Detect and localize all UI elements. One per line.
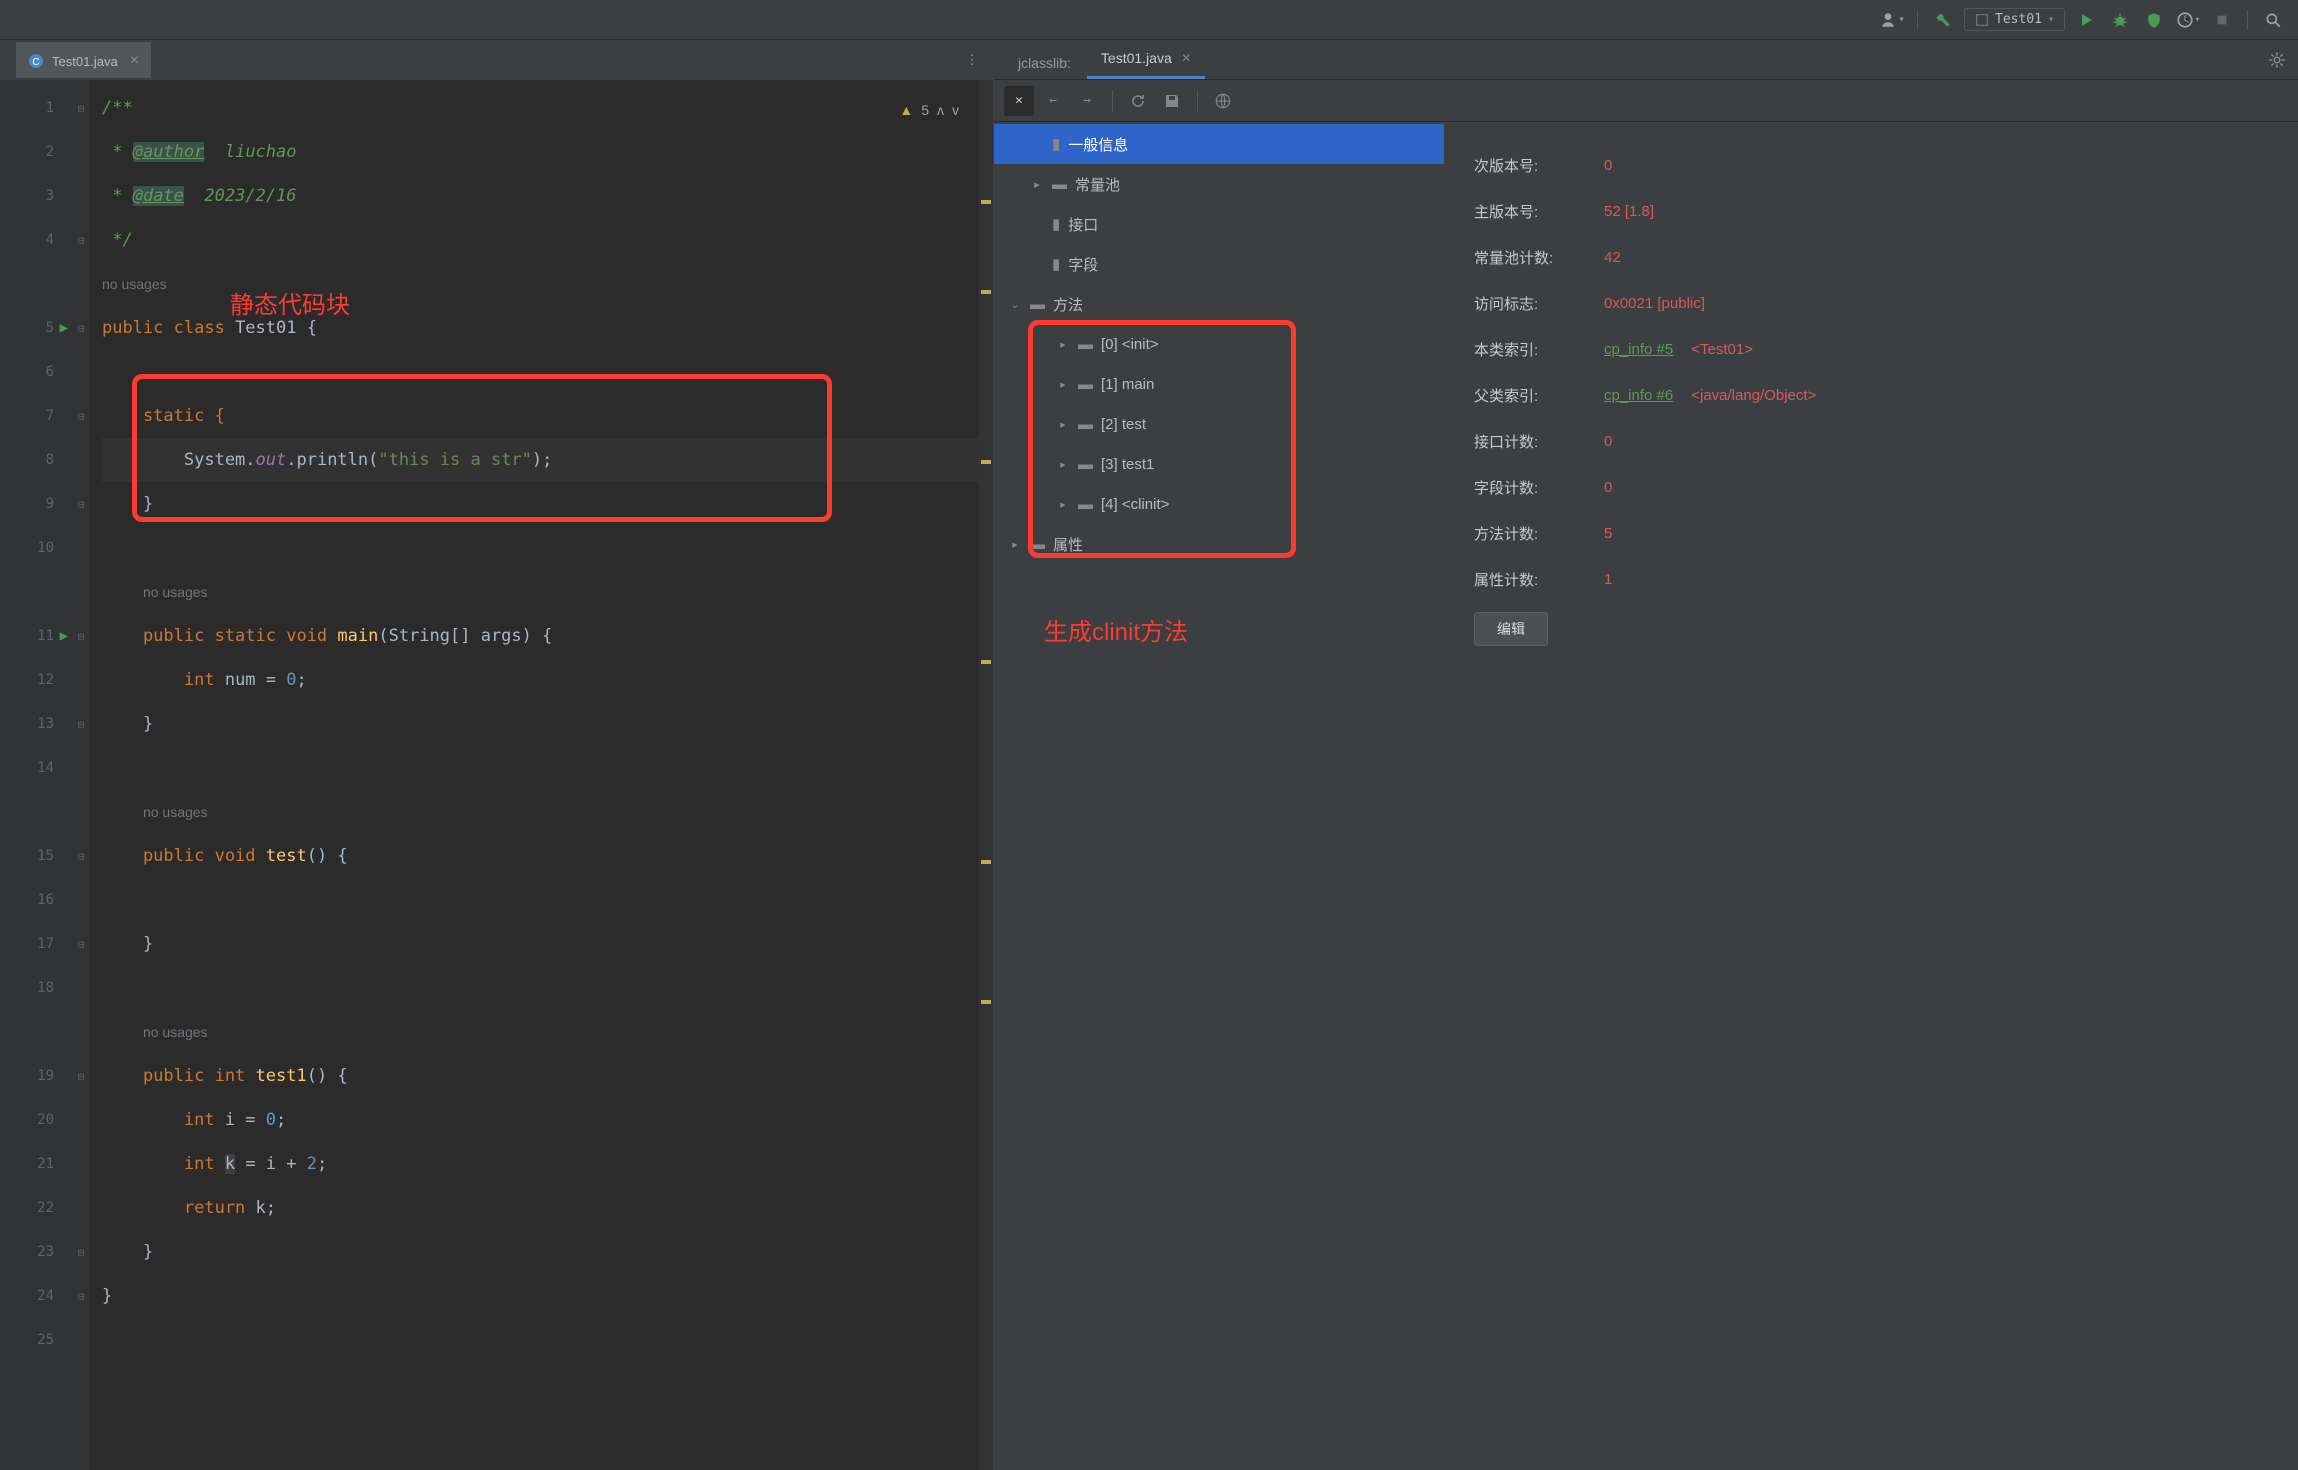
tree-item-method-4[interactable]: ▸▬ [4] <clinit> <box>994 484 1444 524</box>
file-icon: ▮ <box>1052 215 1060 233</box>
jclasslib-details: 次版本号: 0 主版本号: 52 [1.8] 常量池计数: 42 访问标志: 0… <box>1444 122 2298 1470</box>
jclasslib-tab-bar: jclasslib: Test01.java × <box>994 40 2298 80</box>
detail-super-class: 父类索引: cp_info #6 <java/lang/Object> <box>1474 372 2288 418</box>
editor-pane: C Test01.java × ⋮ 1 2 3 4 5▶ 6 7 8 9 10 <box>0 40 994 1470</box>
line-gutter: 1 2 3 4 5▶ 6 7 8 9 10 11▶ 12 13 14 15 16… <box>0 80 72 1470</box>
jclasslib-panel: jclasslib: Test01.java × ✕ ← → <box>994 40 2298 1470</box>
folder-icon: ▬ <box>1078 336 1093 353</box>
tree-item-general[interactable]: ▸ ▮ 一般信息 <box>994 124 1444 164</box>
annotation-label-clinit: 生成clinit方法 <box>1044 612 1188 647</box>
folder-icon: ▬ <box>1078 376 1093 393</box>
tree-item-method-3[interactable]: ▸▬ [3] test1 <box>994 444 1444 484</box>
main-toolbar: ▾ Test01 ▾ ▾ <box>0 0 2298 40</box>
save-icon[interactable] <box>1157 86 1187 116</box>
user-icon[interactable]: ▾ <box>1879 7 1905 33</box>
editor-marker-strip[interactable] <box>979 80 993 1470</box>
divider <box>2247 10 2248 30</box>
tab-label: Test01.java <box>52 54 118 69</box>
tree-item-fields[interactable]: ▸ ▮ 字段 <box>994 244 1444 284</box>
detail-major-version: 主版本号: 52 [1.8] <box>1474 188 2288 234</box>
stop-icon[interactable] <box>2209 7 2235 33</box>
detail-cp-count: 常量池计数: 42 <box>1474 234 2288 280</box>
detail-interface-count: 接口计数: 0 <box>1474 418 2288 464</box>
file-icon: ▮ <box>1052 255 1060 273</box>
jclasslib-tree[interactable]: ▸ ▮ 一般信息 ▸ ▬ 常量池 ▸ ▮ 接口 ▸ ▮ 字段 <box>994 122 1444 1470</box>
java-class-icon: C <box>28 53 44 69</box>
divider <box>1917 10 1918 30</box>
close-icon[interactable]: × <box>130 52 139 70</box>
tree-item-constantpool[interactable]: ▸ ▬ 常量池 <box>994 164 1444 204</box>
detail-minor-version: 次版本号: 0 <box>1474 142 2288 188</box>
file-icon: ▮ <box>1052 135 1060 153</box>
globe-icon[interactable] <box>1208 86 1238 116</box>
back-icon[interactable]: ← <box>1038 86 1068 116</box>
detail-method-count: 方法计数: 5 <box>1474 510 2288 556</box>
close-icon[interactable]: ✕ <box>1004 86 1034 116</box>
editor-tab-test01[interactable]: C Test01.java × <box>16 42 151 78</box>
coverage-icon[interactable] <box>2141 7 2167 33</box>
close-icon[interactable]: × <box>1182 50 1191 67</box>
detail-access-flags: 访问标志: 0x0021 [public] <box>1474 280 2288 326</box>
forward-icon[interactable]: → <box>1072 86 1102 116</box>
jclasslib-toolbar: ✕ ← → <box>994 80 2298 122</box>
profile-icon[interactable]: ▾ <box>2175 7 2201 33</box>
folder-icon: ▬ <box>1078 416 1093 433</box>
cpinfo-link[interactable]: cp_info #6 <box>1604 387 1673 404</box>
tree-item-method-2[interactable]: ▸▬ [2] test <box>994 404 1444 444</box>
tree-item-attributes[interactable]: ▸ ▬ 属性 <box>994 524 1444 564</box>
detail-field-count: 字段计数: 0 <box>1474 464 2288 510</box>
run-icon[interactable] <box>2073 7 2099 33</box>
warnings-badge[interactable]: ▲ 5 ʌ v <box>899 88 959 132</box>
jclasslib-label: jclasslib: <box>1004 47 1085 79</box>
run-config-label: Test01 <box>1995 12 2042 27</box>
hammer-icon[interactable] <box>1930 7 1956 33</box>
code-area[interactable]: ▲ 5 ʌ v /** * @author liuchao * @date 20… <box>90 80 979 1470</box>
run-gutter-icon[interactable]: ▶ <box>60 614 68 658</box>
detail-attr-count: 属性计数: 1 <box>1474 556 2288 602</box>
run-gutter-icon[interactable]: ▶ <box>60 306 68 350</box>
editor-tab-bar: C Test01.java × ⋮ <box>0 40 993 80</box>
detail-this-class: 本类索引: cp_info #5 <Test01> <box>1474 326 2288 372</box>
tree-item-method-0[interactable]: ▸▬ [0] <init> <box>994 324 1444 364</box>
search-icon[interactable] <box>2260 7 2286 33</box>
fold-column: ⊟⊟ ⊟⊟ ⊟ ⊟⊟ ⊟⊟ ⊟ ⊟⊟ <box>72 80 90 1470</box>
tree-item-interfaces[interactable]: ▸ ▮ 接口 <box>994 204 1444 244</box>
gear-icon[interactable] <box>2264 47 2290 73</box>
tree-item-method-1[interactable]: ▸▬ [1] main <box>994 364 1444 404</box>
tree-item-methods[interactable]: ⌄ ▬ 方法 <box>994 284 1444 324</box>
more-icon[interactable]: ⋮ <box>959 47 985 73</box>
warning-icon: ▲ <box>899 88 913 132</box>
folder-icon: ▬ <box>1052 176 1067 193</box>
folder-icon: ▬ <box>1030 296 1045 313</box>
folder-icon: ▬ <box>1030 536 1045 553</box>
chevron-down-icon[interactable]: v <box>952 88 959 132</box>
refresh-icon[interactable] <box>1123 86 1153 116</box>
folder-icon: ▬ <box>1078 456 1093 473</box>
debug-icon[interactable] <box>2107 7 2133 33</box>
svg-text:C: C <box>32 57 39 68</box>
folder-icon: ▬ <box>1078 496 1093 513</box>
cpinfo-link[interactable]: cp_info #5 <box>1604 341 1673 358</box>
chevron-up-icon[interactable]: ʌ <box>937 88 944 132</box>
edit-button[interactable]: 编辑 <box>1474 612 1548 646</box>
run-config-selector[interactable]: Test01 ▾ <box>1964 8 2065 31</box>
editor-body[interactable]: 1 2 3 4 5▶ 6 7 8 9 10 11▶ 12 13 14 15 16… <box>0 80 993 1470</box>
jclasslib-tab-file[interactable]: Test01.java × <box>1087 42 1205 79</box>
